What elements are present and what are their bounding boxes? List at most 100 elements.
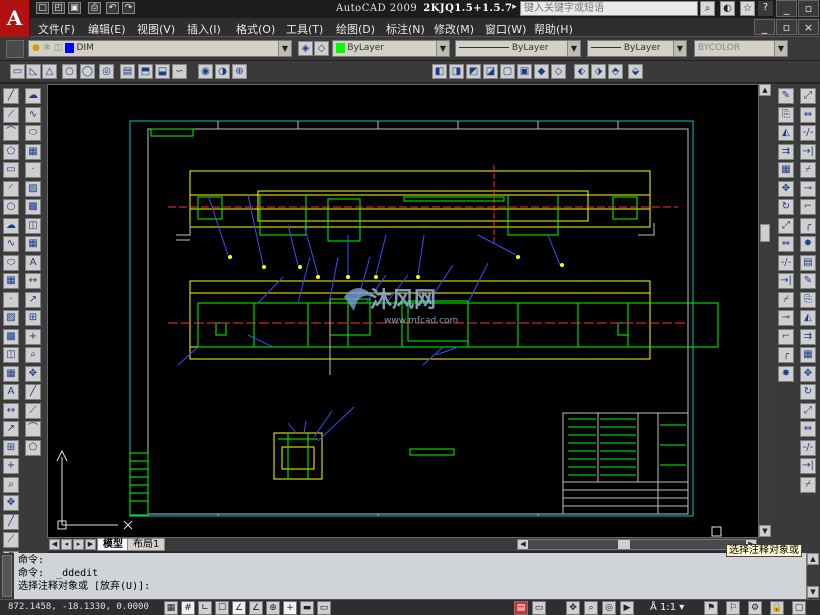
hatch-icon[interactable]: ▨ [3,310,19,326]
model-space-icon[interactable]: ▤ [514,601,528,615]
trim-icon[interactable]: -/- [800,125,816,141]
spline-icon[interactable]: ∿ [25,106,41,123]
hatch-icon[interactable]: ▨ [25,180,41,197]
extend-icon[interactable]: →| [800,458,816,474]
break-icon[interactable]: ⌿ [778,291,794,308]
stretch-icon[interactable]: ⇔ [800,106,816,123]
point-icon[interactable]: · [25,162,41,178]
view-right-icon[interactable]: ◪ [483,64,498,79]
trim-icon[interactable]: -/- [800,439,816,456]
tab-prev-icon[interactable]: ◂ [61,539,72,550]
tab-layout1[interactable]: 布局1 [127,538,166,551]
mirror-icon[interactable]: ◭ [778,125,794,141]
chamfer-icon[interactable]: ⌐ [800,199,816,215]
line-icon[interactable]: ╱ [25,384,41,400]
view-nw-iso-icon[interactable]: ⬗ [591,64,606,79]
layer-dropdown[interactable]: ● ☼ ◫ ■ DIM ▼ [28,40,292,57]
view-sw-iso-icon[interactable]: ◆ [534,64,549,79]
center-mark-icon[interactable]: + [3,458,19,474]
polygon-icon[interactable]: ⬠ [3,143,19,160]
wedge-icon[interactable]: ◺ [26,64,41,79]
menu-tools[interactable]: 工具(T) [286,21,323,37]
doc-restore-button[interactable]: ▫ [776,19,797,35]
menu-insert[interactable]: 插入(I) [187,21,221,37]
region-icon[interactable]: ◫ [3,347,19,363]
stretch-icon[interactable]: ⇔ [778,236,794,252]
menu-draw[interactable]: 绘图(D) [336,21,375,37]
rotate-icon[interactable]: ↻ [778,199,794,215]
favorites-icon[interactable]: ☆ [740,1,755,16]
snap-icon[interactable]: ▦ [164,601,178,615]
ellipse-icon[interactable]: ⬭ [3,254,19,271]
grid-icon[interactable]: # [181,601,195,615]
text-icon[interactable]: A [3,384,19,400]
spline-icon[interactable]: ∿ [3,236,19,252]
clean-screen-icon[interactable]: ▢ [792,601,806,615]
help-icon[interactable]: ? [758,1,773,16]
vertical-scrollbar[interactable]: ▲ ▼ [758,84,771,538]
workspace-icon[interactable]: ⚙ [748,601,762,615]
break-icon[interactable]: ⌿ [800,162,816,178]
auto-scale-icon[interactable]: ⚐ [726,601,740,615]
move-icon[interactable]: ✥ [778,180,794,197]
scale-icon[interactable]: ⤢ [800,88,816,104]
scale-icon[interactable]: ⤢ [778,217,794,234]
coordinates-readout[interactable]: 872.1458, -18.1330, 0.0000 [8,602,149,612]
command-history[interactable]: 命令: 命令: _ddedit 选择注释对象或 [放弃(U)]: [14,553,806,599]
scroll-up-icon[interactable]: ▲ [759,84,771,96]
search-icon[interactable]: ⌕ [700,1,715,16]
move-icon[interactable]: ✥ [800,365,816,382]
pan-icon[interactable]: ✥ [25,365,41,382]
doc-close-button[interactable]: × [798,19,819,35]
annotation-visibility-icon[interactable]: ⚑ [704,601,718,615]
lineweight-icon[interactable]: ▬ [300,601,314,615]
join-icon[interactable]: ⊸ [778,310,794,326]
lock-icon[interactable]: 🔒 [770,601,784,615]
annotation-scale[interactable]: Å 1:1 ▾ [650,602,684,613]
gradient-icon[interactable]: ▩ [3,328,19,345]
otrack-icon[interactable]: ∠ [249,601,263,615]
undo-icon[interactable]: ↶ [106,2,119,14]
restore-button[interactable]: ▫ [798,0,819,17]
zoom-icon[interactable]: ⌕ [25,347,41,363]
linetype-dropdown[interactable]: ByLayer ▼ [455,40,581,57]
array-icon[interactable]: ▦ [778,162,794,178]
pyramid-icon[interactable]: ▤ [120,64,135,79]
construction-line-icon[interactable]: ⟋ [3,106,19,123]
polyline-icon[interactable]: ⌒ [3,125,19,141]
view-top-icon[interactable]: ◧ [432,64,447,79]
tolerance-icon[interactable]: ⊞ [3,439,19,456]
dimension-icon[interactable]: ↔ [25,273,41,289]
torus-icon[interactable]: ◎ [99,64,114,79]
new-icon[interactable]: ▢ [36,2,49,14]
zoom-status-icon[interactable]: ⌕ [584,601,598,615]
menu-edit[interactable]: 编辑(E) [88,21,126,37]
menu-window[interactable]: 窗口(W) [485,21,526,37]
menu-file[interactable]: 文件(F) [38,21,75,37]
camera-icon[interactable]: ⬘ [608,64,623,79]
copy-icon[interactable]: ⎘ [800,291,816,308]
leader-icon[interactable]: ↗ [25,291,41,308]
tab-last-icon[interactable]: ▶ [85,539,96,550]
command-scrollbar[interactable]: ▲ ▼ [806,553,819,599]
minimize-button[interactable]: _ [776,0,797,17]
ducs-icon[interactable]: ⊕ [266,601,280,615]
view-back-icon[interactable]: ▣ [517,64,532,79]
quick-properties-icon[interactable]: ▭ [317,601,331,615]
scale-icon[interactable]: ⤢ [800,402,816,419]
extend-icon[interactable]: →| [800,143,816,160]
block-icon[interactable]: ▦ [3,273,19,289]
erase-icon[interactable]: ✎ [800,273,816,289]
mirror-icon[interactable]: ◭ [800,310,816,326]
pan-status-icon[interactable]: ✥ [566,601,580,615]
menu-modify[interactable]: 修改(M) [434,21,474,37]
color-dropdown[interactable]: ■ ByLayer ▼ [332,40,450,57]
tab-model[interactable]: 模型 [97,538,129,551]
pan-icon[interactable]: ✥ [3,495,19,511]
ortho-icon[interactable]: ∟ [198,601,212,615]
erase-icon[interactable]: ✎ [778,88,794,104]
menu-dimension[interactable]: 标注(N) [386,21,425,37]
offset-icon[interactable]: ⇉ [800,328,816,345]
line-icon[interactable]: ╱ [3,88,19,104]
layer-manager-icon[interactable] [6,40,24,58]
